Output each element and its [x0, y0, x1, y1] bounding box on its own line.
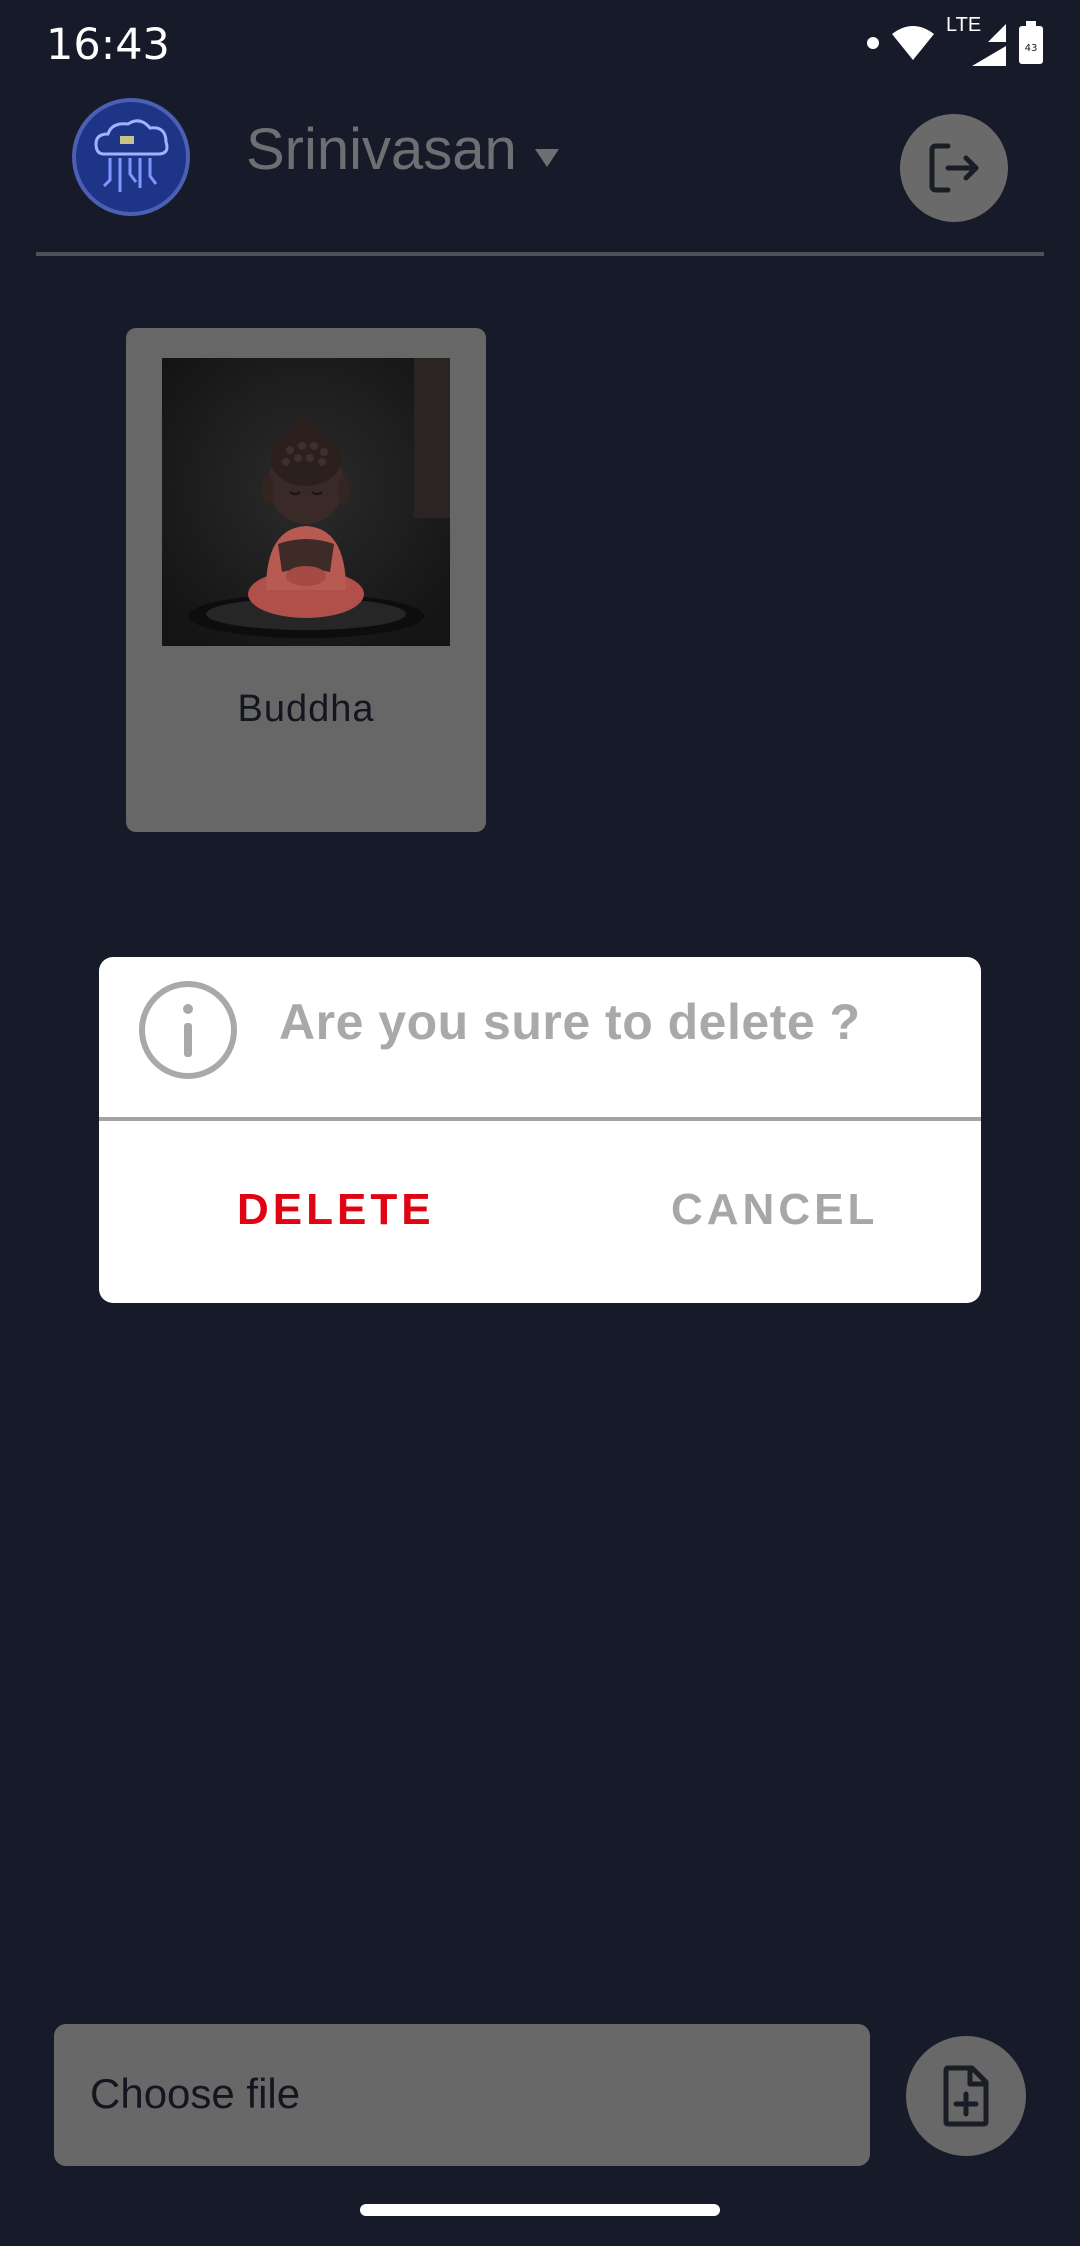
- wifi-icon: [890, 24, 936, 62]
- logout-icon: [929, 143, 979, 193]
- delete-button[interactable]: DELETE: [237, 1185, 435, 1235]
- dialog-divider: [99, 1117, 981, 1121]
- buddha-statue-photo: [162, 358, 450, 646]
- dialog-message: Are you sure to delete ?: [279, 994, 861, 1050]
- battery-icon: 43: [1018, 21, 1044, 65]
- status-icons: LTE 43: [866, 14, 1044, 68]
- choose-file-label: Choose file: [90, 2070, 301, 2117]
- info-icon: [139, 981, 237, 1079]
- app-header: Srinivasan: [0, 86, 1080, 256]
- status-time: 16:43: [46, 20, 170, 70]
- logout-button[interactable]: [900, 114, 1008, 222]
- choose-file-field[interactable]: Choose file: [54, 2024, 870, 2166]
- file-card[interactable]: Buddha: [126, 328, 486, 832]
- dot-indicator-icon: [866, 36, 880, 50]
- screen: 16:43 LTE 43 Srinivasan Buddha Are you s…: [0, 0, 1080, 2246]
- signal-icon: LTE: [946, 14, 1008, 68]
- svg-text:43: 43: [1025, 43, 1038, 54]
- user-selector[interactable]: Srinivasan: [246, 116, 559, 183]
- user-name: Srinivasan: [246, 117, 517, 182]
- add-file-icon: [943, 2065, 989, 2127]
- status-bar: 16:43 LTE 43: [0, 0, 1080, 86]
- header-divider: [36, 252, 1044, 256]
- cancel-button[interactable]: CANCEL: [671, 1185, 878, 1235]
- add-file-button[interactable]: [906, 2036, 1026, 2156]
- delete-confirm-dialog: Are you sure to delete ? DELETE CANCEL: [99, 957, 981, 1303]
- file-name: Buddha: [237, 688, 375, 730]
- home-indicator[interactable]: [360, 2204, 720, 2216]
- cloud-logo-icon: [94, 119, 169, 192]
- avatar[interactable]: [72, 98, 190, 216]
- caret-down-icon: [534, 148, 559, 167]
